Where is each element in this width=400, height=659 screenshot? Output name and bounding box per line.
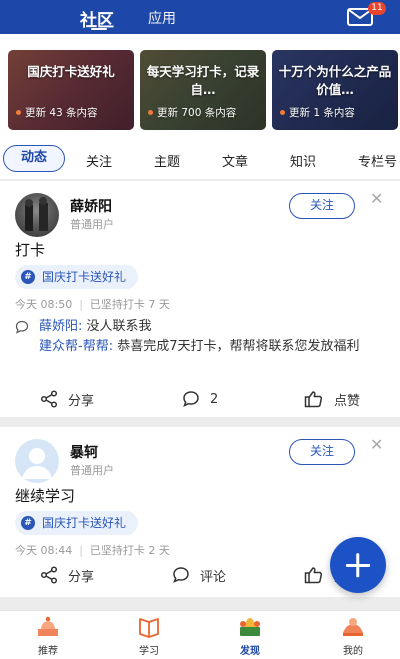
comment-text: 恭喜完成7天打卡，帮帮将联系您发放福利 <box>113 339 360 354</box>
dot-icon <box>16 110 21 115</box>
share-button[interactable]: 分享 <box>40 560 94 590</box>
avatar[interactable] <box>15 439 59 483</box>
discover-icon <box>240 618 260 636</box>
banner-title: 十万个为什么之产品价值… <box>278 64 392 97</box>
comment-list: 薛娇阳: 没人联系我 建众帮-帮帮: 恭喜完成7天打卡，帮帮将联系您发放福利 <box>15 317 385 357</box>
thumbs-up-icon <box>304 567 323 584</box>
user-type: 普通用户 <box>70 464 114 477</box>
nav-profile[interactable]: 我的 <box>323 615 383 657</box>
banner-title: 每天学习打卡，记录自… <box>146 64 260 97</box>
filter-topics[interactable]: 主题 <box>154 151 180 170</box>
create-post-button[interactable] <box>330 537 386 593</box>
post-meta: 今天 08:44 | 已坚持打卡 2 天 <box>15 544 170 557</box>
nav-recommend[interactable]: 推荐 <box>18 615 78 657</box>
comment-text: 没人联系我 <box>82 319 152 334</box>
dot-icon <box>280 110 285 115</box>
comment-bubble-icon <box>15 320 29 334</box>
nav-study[interactable]: 学习 <box>119 615 179 657</box>
profile-icon <box>343 618 363 636</box>
comment-author[interactable]: 建众帮-帮帮: <box>39 339 113 354</box>
bottom-nav: 推荐 学习 发现 我的 <box>0 610 400 659</box>
follow-button[interactable]: 关注 <box>289 439 355 465</box>
study-icon <box>139 618 159 638</box>
avatar[interactable] <box>15 193 59 237</box>
comment-button[interactable]: 评论 <box>172 560 226 590</box>
filter-columns[interactable]: 专栏号 <box>358 151 397 170</box>
filter-following[interactable]: 关注 <box>86 151 112 170</box>
thumbs-up-icon <box>304 391 323 408</box>
post-text: 打卡 <box>15 241 46 259</box>
share-icon <box>40 390 58 408</box>
hash-icon: # <box>21 516 35 530</box>
nav-discover[interactable]: 发现 <box>220 615 280 657</box>
comment-button[interactable]: 2 <box>182 384 218 414</box>
user-type: 普通用户 <box>70 218 114 231</box>
filter-feed[interactable]: 动态 <box>3 145 65 172</box>
post-actions: 分享 2 点赞 <box>0 384 400 414</box>
topic-banners: 国庆打卡送好礼 更新 43 条内容 每天学习打卡，记录自… 更新 700 条内容… <box>0 34 400 140</box>
follow-button[interactable]: 关注 <box>289 193 355 219</box>
comment-author[interactable]: 薛娇阳: <box>39 319 82 334</box>
filter-knowledge[interactable]: 知识 <box>290 151 316 170</box>
banner-meta: 更新 700 条内容 <box>148 105 236 120</box>
mail-badge: 11 <box>368 2 386 15</box>
dot-icon <box>148 110 153 115</box>
filter-tabs: 动态 关注 主题 文章 知识 专栏号 <box>0 140 400 180</box>
post-card: 薛娇阳 普通用户 关注 ✕ 打卡 # 国庆打卡送好礼 今天 08:50 | 已坚持打… <box>0 181 400 417</box>
banner-card[interactable]: 十万个为什么之产品价值… 更新 1 条内容 <box>272 50 398 130</box>
comment-icon <box>173 567 189 583</box>
recommend-icon <box>38 616 58 636</box>
comment-item[interactable]: 薛娇阳: 没人联系我 <box>15 317 385 337</box>
tab-apps[interactable]: 应用 <box>148 8 176 28</box>
like-button[interactable]: 点赞 <box>304 384 360 414</box>
banner-title: 国庆打卡送好礼 <box>27 64 115 79</box>
banner-meta: 更新 1 条内容 <box>280 105 355 120</box>
hash-icon: # <box>21 270 35 284</box>
filter-articles[interactable]: 文章 <box>222 151 248 170</box>
comment-icon <box>183 391 199 407</box>
close-icon[interactable]: ✕ <box>370 437 383 453</box>
topic-tag[interactable]: # 国庆打卡送好礼 <box>15 265 139 289</box>
active-tab-indicator <box>91 28 107 30</box>
post-username[interactable]: 暴轲 <box>70 442 98 462</box>
banner-card[interactable]: 每天学习打卡，记录自… 更新 700 条内容 <box>140 50 266 130</box>
top-header: 社区 应用 11 <box>0 0 400 34</box>
topic-tag[interactable]: # 国庆打卡送好礼 <box>15 511 139 535</box>
share-button[interactable]: 分享 <box>40 384 94 414</box>
post-username[interactable]: 薛娇阳 <box>70 196 112 216</box>
post-text: 继续学习 <box>15 487 76 505</box>
banner-meta: 更新 43 条内容 <box>16 105 98 120</box>
post-meta: 今天 08:50 | 已坚持打卡 7 天 <box>15 298 170 311</box>
close-icon[interactable]: ✕ <box>370 191 383 207</box>
share-icon <box>40 566 58 584</box>
banner-card[interactable]: 国庆打卡送好礼 更新 43 条内容 <box>8 50 134 130</box>
comment-item[interactable]: 建众帮-帮帮: 恭喜完成7天打卡，帮帮将联系您发放福利 <box>15 337 385 357</box>
